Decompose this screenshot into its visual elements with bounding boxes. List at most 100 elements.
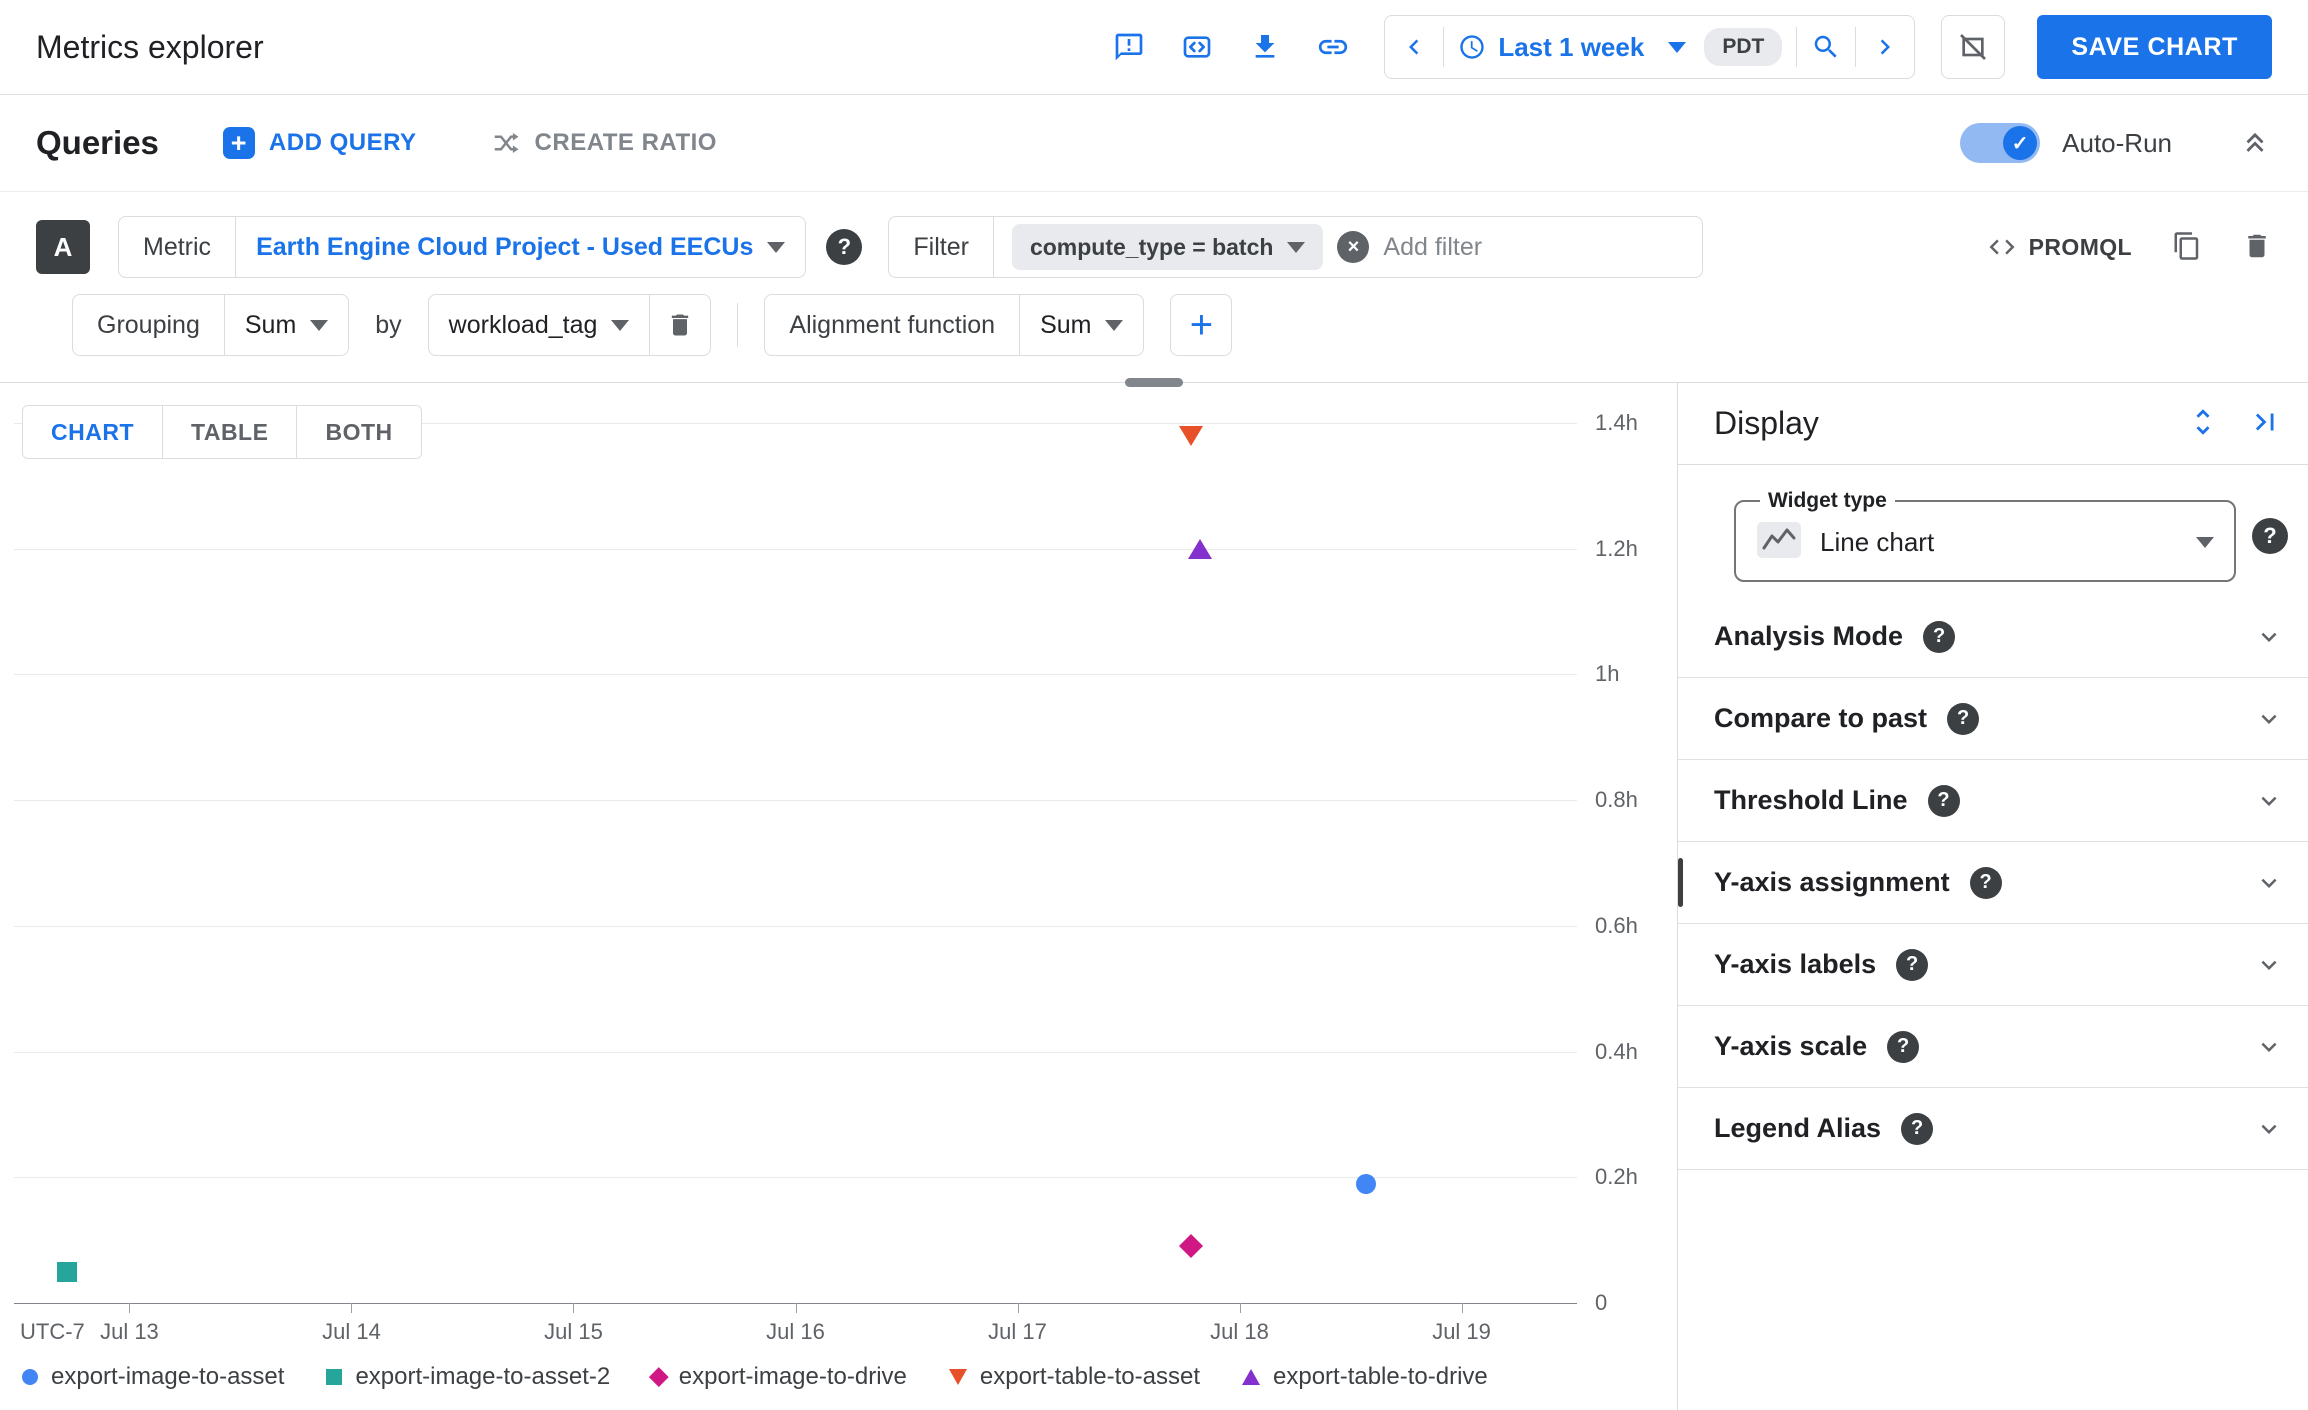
chart-point-export-image-to-asset[interactable] xyxy=(1356,1173,1377,1194)
legend-item-export-image-to-drive[interactable]: export-image-to-drive xyxy=(649,1363,907,1391)
help-icon[interactable]: ? xyxy=(1923,620,1956,653)
collapse-panel-button[interactable] xyxy=(2248,405,2282,442)
chevron-down-icon xyxy=(2261,714,2277,724)
section-label: Y-axis labels xyxy=(1714,949,1877,979)
widget-type-help-icon[interactable]: ? xyxy=(2252,517,2288,554)
grouping-select[interactable]: Sum xyxy=(225,311,348,340)
chart-point-export-table-to-drive[interactable] xyxy=(1187,538,1212,559)
legend-label: export-table-to-drive xyxy=(1273,1363,1488,1390)
section-label: Compare to past xyxy=(1714,703,1928,733)
collapse-queries-button[interactable] xyxy=(2238,125,2272,162)
filter-label: Filter xyxy=(913,232,969,261)
remove-filter-button[interactable]: × xyxy=(1337,231,1370,263)
alignment-label: Alignment function xyxy=(789,310,996,339)
auto-run-toggle[interactable]: ✓ xyxy=(1960,123,2041,163)
chevron-down-icon xyxy=(2261,796,2277,806)
chart-point-export-table-to-asset[interactable] xyxy=(1178,425,1203,446)
widget-type-select[interactable]: Widget type Line chart xyxy=(1734,489,2236,582)
help-icon[interactable]: ? xyxy=(1969,866,2002,899)
filter-chip[interactable]: compute_type = batch xyxy=(1011,224,1324,270)
alignment-value: Sum xyxy=(1040,310,1092,339)
metric-select[interactable]: Earth Engine Cloud Project - Used EECUs xyxy=(236,233,805,262)
promql-button[interactable]: PROMQL xyxy=(1987,232,2132,262)
tab-both[interactable]: BOTH xyxy=(297,406,421,458)
chart-legend: export-image-to-asset export-image-to-ass… xyxy=(22,1363,1488,1391)
group-by-field: workload_tag xyxy=(427,294,712,356)
add-filter-input[interactable]: Add filter xyxy=(1383,233,1702,262)
widget-type-row: Widget type Line chart ? xyxy=(1678,465,2308,596)
query-builder: A Metric Earth Engine Cloud Project - Us… xyxy=(0,192,2308,387)
x-tick-label: UTC-7 xyxy=(20,1319,85,1344)
help-icon[interactable]: ? xyxy=(1887,1030,1920,1063)
legend-item-export-image-to-asset[interactable]: export-image-to-asset xyxy=(22,1363,284,1391)
help-icon[interactable]: ? xyxy=(1947,702,1980,735)
y-tick-label: 0 xyxy=(1595,1290,1608,1315)
alignment-select[interactable]: Sum xyxy=(1020,311,1143,340)
help-icon[interactable]: ? xyxy=(1901,1112,1934,1145)
metric-help-icon[interactable]: ? xyxy=(826,229,863,265)
chart-point-export-image-to-drive[interactable] xyxy=(1178,1234,1203,1259)
tab-chart[interactable]: CHART xyxy=(23,406,163,458)
legend-item-export-table-to-asset[interactable]: export-table-to-asset xyxy=(948,1363,1200,1391)
query-letter-badge: A xyxy=(36,220,90,274)
display-section-y-axis-scale[interactable]: Y-axis scale? xyxy=(1678,1006,2308,1088)
by-label: by xyxy=(375,310,402,339)
display-section-y-axis-labels[interactable]: Y-axis labels? xyxy=(1678,924,2308,1006)
query-editor-button[interactable] xyxy=(1170,20,1224,74)
diamond-marker xyxy=(649,1367,669,1387)
display-section-analysis-mode[interactable]: Analysis Mode? xyxy=(1678,596,2308,678)
grouping-field: Grouping Sum xyxy=(72,294,350,356)
display-section-legend-alias[interactable]: Legend Alias? xyxy=(1678,1088,2308,1170)
save-chart-button[interactable]: SAVE CHART xyxy=(2037,15,2272,79)
divider xyxy=(992,217,994,277)
metric-value: Earth Engine Cloud Project - Used EECUs xyxy=(256,232,754,261)
time-range-button[interactable]: Last 1 week xyxy=(1444,16,1700,78)
chart-point-export-image-to-asset-2[interactable] xyxy=(57,1261,78,1282)
x-tick xyxy=(1239,1303,1241,1313)
caret-down-icon xyxy=(1105,319,1124,331)
tab-table[interactable]: TABLE xyxy=(163,406,298,458)
help-icon[interactable]: ? xyxy=(1896,948,1929,981)
legend-item-export-image-to-asset-2[interactable]: export-image-to-asset-2 xyxy=(326,1363,610,1391)
chevron-down-icon xyxy=(2261,960,2277,970)
ratio-icon xyxy=(494,133,519,153)
trash-icon xyxy=(2248,234,2266,257)
display-section-compare-to-past[interactable]: Compare to past? xyxy=(1678,678,2308,760)
gridline xyxy=(14,1177,1577,1179)
delete-grouping-button[interactable] xyxy=(650,295,710,355)
share-link-button[interactable] xyxy=(1306,20,1360,74)
grouping-label: Grouping xyxy=(97,310,200,339)
top-header: Metrics explorer Last 1 week PDT SAVE CH… xyxy=(0,0,2308,95)
chart-plot[interactable] xyxy=(14,423,1577,1313)
add-clause-button[interactable]: + xyxy=(1170,294,1233,356)
legend-item-export-table-to-drive[interactable]: export-table-to-drive xyxy=(1242,1363,1488,1391)
help-icon[interactable]: ? xyxy=(1927,784,1960,817)
duplicate-query-button[interactable] xyxy=(2172,231,2202,264)
widget-type-label: Widget type xyxy=(1768,489,1887,512)
section-label: Threshold Line xyxy=(1714,785,1908,815)
timezone-badge[interactable]: PDT xyxy=(1704,28,1783,66)
zoom-off-button[interactable] xyxy=(1941,15,2006,79)
expand-all-button[interactable] xyxy=(2186,405,2220,442)
copy-icon xyxy=(2174,231,2199,260)
delete-query-button[interactable] xyxy=(2242,231,2272,264)
group-by-select[interactable]: workload_tag xyxy=(429,311,650,340)
display-section-y-axis-assignment[interactable]: Y-axis assignment? xyxy=(1678,842,2308,924)
chevron-down-icon xyxy=(2261,1124,2277,1134)
diamond-marker xyxy=(1178,1234,1203,1259)
y-tick-label: 0.6h xyxy=(1595,912,1638,938)
create-ratio-button[interactable]: CREATE RATIO xyxy=(491,128,717,158)
feedback-button[interactable] xyxy=(1102,20,1156,74)
legend-label: export-image-to-asset-2 xyxy=(355,1363,611,1390)
promql-label: PROMQL xyxy=(2028,233,2132,260)
legend-label: export-image-to-drive xyxy=(678,1363,907,1390)
display-sections: Analysis Mode? Compare to past? Threshold … xyxy=(1678,596,2308,1170)
time-back-button[interactable] xyxy=(1385,16,1443,78)
download-button[interactable] xyxy=(1238,20,1292,74)
zoom-time-button[interactable] xyxy=(1797,16,1855,78)
alignment-field: Alignment function Sum xyxy=(764,294,1145,356)
display-section-threshold-line[interactable]: Threshold Line? xyxy=(1678,760,2308,842)
time-forward-button[interactable] xyxy=(1856,16,1914,78)
plus-icon: + xyxy=(222,127,255,159)
add-query-button[interactable]: + ADD QUERY xyxy=(222,127,417,159)
